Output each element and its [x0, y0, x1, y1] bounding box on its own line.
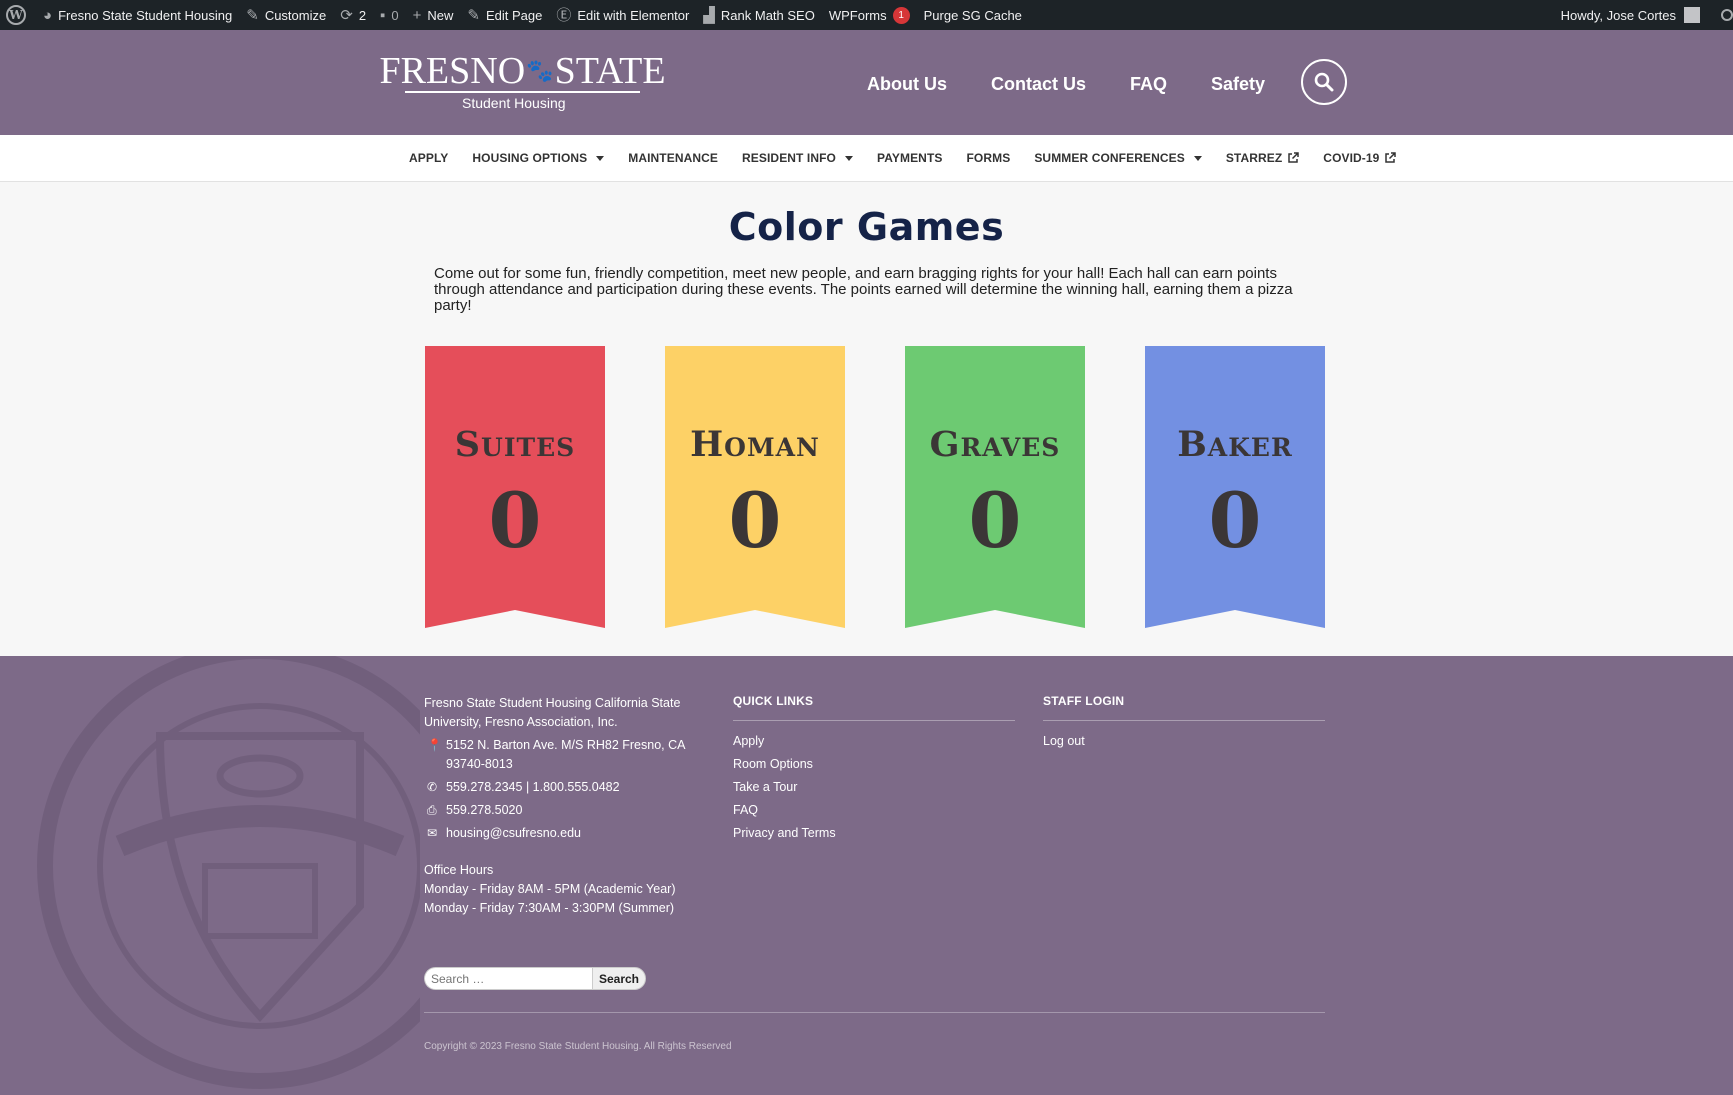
hall-banner-baker: Baker 0: [1145, 346, 1325, 628]
footer-address: 5152 N. Barton Ave. M/S RH82 Fresno, CA …: [446, 738, 685, 771]
paw-icon: 🐾: [526, 58, 554, 83]
office-hours-academic: Monday - Friday 8AM - 5PM (Academic Year…: [424, 882, 676, 896]
admin-elementor[interactable]: Ⓔ Edit with Elementor: [549, 0, 696, 30]
main-content: Color Games Come out for some fun, frien…: [0, 182, 1733, 656]
site-header: FRESNO 🐾 STATE Student Housing About Us …: [0, 30, 1733, 135]
footer-contact: Fresno State Student Housing California …: [424, 694, 694, 915]
admin-account[interactable]: Howdy, Jose Cortes: [1554, 0, 1707, 30]
rankmath-icon: ▟: [703, 6, 715, 24]
admin-search-icon[interactable]: [1721, 9, 1733, 21]
wpforms-badge: 1: [892, 6, 910, 24]
subnav-item-maintenance[interactable]: MAINTENANCE: [628, 151, 718, 165]
fax-icon: ⎙: [427, 803, 437, 817]
admin-purge-cache[interactable]: Purge SG Cache: [917, 0, 1029, 30]
footer-search-input[interactable]: [424, 967, 592, 990]
footer-divider: [424, 1012, 1325, 1013]
header-search-button[interactable]: [1301, 59, 1347, 105]
logo-subtitle: Student Housing: [462, 95, 566, 111]
admin-updates[interactable]: ⟳ 2: [333, 0, 373, 30]
page-title: Color Games: [728, 205, 1005, 249]
main-nav: About Us Contact Us FAQ Safety: [867, 74, 1309, 95]
hall-name: Suites: [454, 424, 576, 465]
hall-score: 0: [728, 476, 782, 565]
elementor-icon: Ⓔ: [556, 6, 572, 24]
admin-edit-page[interactable]: ✎ Edit Page: [460, 0, 549, 30]
admin-site-name[interactable]: ◕ Fresno State Student Housing: [36, 0, 239, 30]
site-footer: Fresno State Student Housing California …: [0, 656, 1733, 1095]
hall-name: Baker: [1177, 424, 1293, 465]
hall-banner-graves: Graves 0: [905, 346, 1085, 628]
hall-banner-suites: Suites 0: [425, 346, 605, 628]
nav-contact-us[interactable]: Contact Us: [991, 74, 1086, 95]
external-link-icon: [1288, 152, 1300, 163]
logo-wordmark-left: FRESNO: [379, 50, 526, 92]
plus-icon: +: [412, 6, 422, 24]
nav-about-us[interactable]: About Us: [867, 74, 947, 95]
external-link-icon: [1385, 152, 1397, 163]
logo-wordmark-right: STATE: [554, 50, 666, 92]
admin-customize[interactable]: ✎ Customize: [239, 0, 333, 30]
footer-email[interactable]: housing@csufresno.edu: [446, 824, 581, 843]
subnav-item-payments[interactable]: PAYMENTS: [877, 151, 942, 165]
avatar: [1684, 7, 1700, 23]
comment-icon: ▪: [380, 6, 386, 24]
footer-link-room-options[interactable]: Room Options: [733, 757, 1015, 771]
university-seal-watermark: [37, 656, 420, 1089]
staff-login-heading: STAFF LOGIN: [1043, 694, 1325, 721]
pencil-icon: ✎: [467, 6, 480, 24]
office-hours-title: Office Hours: [424, 863, 494, 877]
caret-down-icon: [596, 155, 605, 161]
subnav-item-summer-conferences[interactable]: SUMMER CONFERENCES: [1034, 151, 1202, 165]
nav-safety[interactable]: Safety: [1211, 74, 1265, 95]
subnav-item-covid-19[interactable]: COVID-19: [1323, 151, 1397, 165]
admin-comments[interactable]: ▪ 0: [373, 0, 406, 30]
subnav-item-starrez[interactable]: STARREZ: [1226, 151, 1300, 165]
office-hours-summer: Monday - Friday 7:30AM - 3:30PM (Summer): [424, 901, 675, 915]
subnav-item-resident-info[interactable]: RESIDENT INFO: [742, 151, 853, 165]
site-logo[interactable]: FRESNO 🐾 STATE Student Housing: [379, 52, 665, 111]
nav-faq[interactable]: FAQ: [1130, 74, 1167, 95]
quick-links-heading: QUICK LINKS: [733, 694, 1015, 721]
footer-link-apply[interactable]: Apply: [733, 734, 1015, 748]
footer-search-form: Search: [424, 967, 646, 990]
footer-fax: 559.278.5020: [446, 803, 523, 817]
hall-score: 0: [1208, 476, 1262, 565]
subnav-item-housing-options[interactable]: HOUSING OPTIONS: [472, 151, 605, 165]
footer-link-logout[interactable]: Log out: [1043, 734, 1325, 748]
wordpress-logo-icon[interactable]: W: [6, 5, 26, 25]
hall-banners: Suites 0 Homan 0 Graves 0 Baker 0: [425, 346, 1385, 628]
hall-name: Graves: [929, 424, 1061, 465]
footer-search-button[interactable]: Search: [592, 967, 646, 990]
footer-staff-login: STAFF LOGIN Log out: [1043, 694, 1325, 757]
copyright: Copyright © 2023 Fresno State Student Ho…: [424, 1041, 732, 1052]
hall-banner-homan: Homan 0: [665, 346, 845, 628]
hall-score: 0: [968, 476, 1022, 565]
admin-rankmath[interactable]: ▟ Rank Math SEO: [696, 0, 821, 30]
phone-icon: ✆: [427, 780, 438, 794]
brush-icon: ✎: [246, 6, 259, 24]
hall-score: 0: [488, 476, 542, 565]
footer-quick-links: QUICK LINKS Apply Room Options Take a To…: [733, 694, 1015, 849]
admin-wpforms[interactable]: WPForms 1: [822, 0, 917, 30]
intro-paragraph: Come out for some fun, friendly competit…: [434, 265, 1293, 314]
footer-link-take-a-tour[interactable]: Take a Tour: [733, 780, 1015, 794]
footer-phone: 559.278.2345 | 1.800.555.0482: [446, 780, 620, 794]
admin-new[interactable]: + New: [406, 0, 461, 30]
caret-down-icon: [845, 155, 853, 161]
footer-link-faq[interactable]: FAQ: [733, 803, 1015, 817]
subnav-item-apply[interactable]: APPLY: [409, 151, 448, 165]
email-icon: ✉: [427, 826, 438, 840]
hall-name: Homan: [690, 424, 820, 465]
caret-down-icon: [1193, 155, 1202, 161]
footer-org: Fresno State Student Housing California …: [424, 696, 681, 729]
search-icon: [1314, 72, 1334, 92]
subnav-item-forms[interactable]: FORMS: [966, 151, 1010, 165]
map-pin-icon: 📍: [427, 738, 442, 752]
secondary-nav: APPLY HOUSING OPTIONS MAINTENANCE RESIDENT …: [0, 135, 1733, 182]
admin-bar: W ◕ Fresno State Student Housing ✎ Customi…: [0, 0, 1733, 30]
footer-link-privacy[interactable]: Privacy and Terms: [733, 826, 1015, 840]
dashboard-icon: ◕: [43, 6, 53, 24]
updates-icon: ⟳: [340, 6, 353, 24]
